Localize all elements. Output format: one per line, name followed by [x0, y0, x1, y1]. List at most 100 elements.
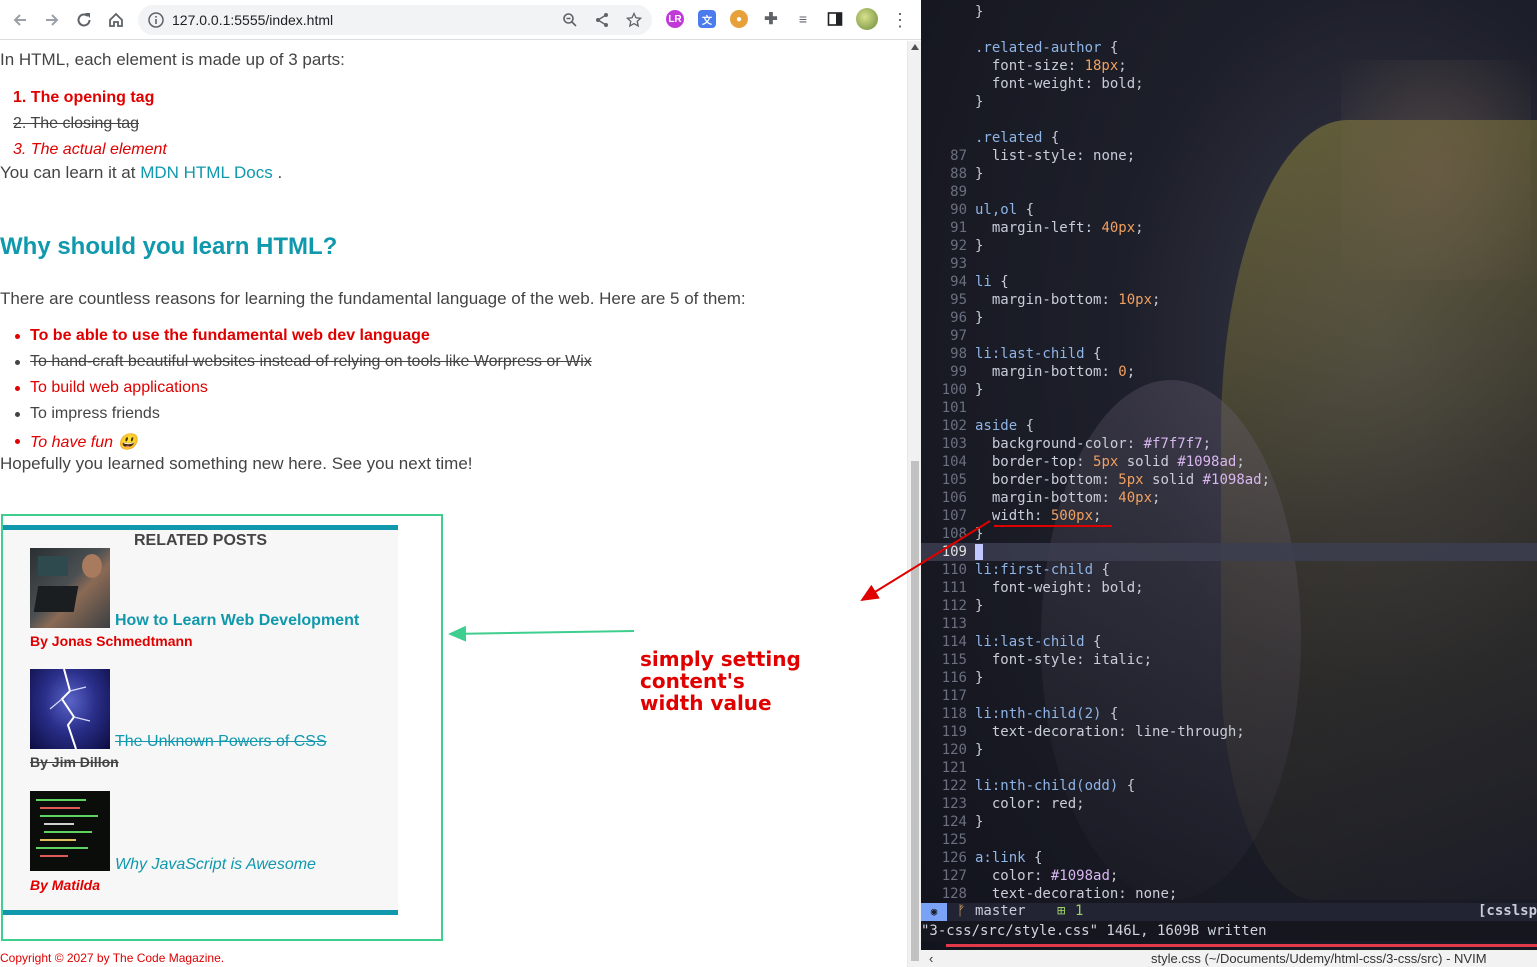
code-line[interactable]: 108} [921, 525, 1537, 543]
home-button[interactable] [104, 8, 128, 32]
code-line[interactable]: 98 li:last-child { [921, 345, 1537, 363]
code-line[interactable]: .related { [921, 129, 1537, 147]
scrollbar-thumb[interactable] [911, 461, 919, 961]
code-line[interactable]: 105 border-bottom: 5px solid #1098ad; [921, 471, 1537, 489]
puzzle-icon[interactable]: ✚ [762, 10, 780, 28]
profile-avatar[interactable] [856, 8, 878, 30]
code-line[interactable]: 117 [921, 687, 1537, 705]
code-line[interactable]: 90 ul,ol { [921, 201, 1537, 219]
translate-icon[interactable]: 文 [698, 10, 716, 28]
code-line[interactable]: 87 list-style: none; [921, 147, 1537, 165]
reload-button[interactable] [72, 8, 96, 32]
code-line[interactable]: 112} [921, 597, 1537, 615]
code-line[interactable]: 110 li:first-child { [921, 561, 1537, 579]
forward-button[interactable] [40, 8, 64, 32]
bullet-dot [15, 360, 20, 365]
code-line[interactable]: font-size: 18px; [921, 57, 1537, 75]
chevron-left-icon[interactable]: ‹ [929, 950, 933, 967]
code-line[interactable]: 92} [921, 237, 1537, 255]
code-line[interactable]: 109 [921, 543, 1537, 561]
line-number: 90 [950, 202, 967, 218]
address-bar[interactable]: 127.0.0.1:5555/index.html [138, 5, 652, 35]
code-line[interactable]: font-weight: bold; [921, 75, 1537, 93]
code-line[interactable]: 115 font-style: italic; [921, 651, 1537, 669]
code-line[interactable]: 118 li:nth-child(2) { [921, 705, 1537, 723]
code-line[interactable]: 114 li:last-child { [921, 633, 1537, 651]
post-thumbnail-code[interactable] [30, 791, 110, 871]
nvim-editor: } .related-author { font-size: 18px; font… [921, 0, 1537, 967]
post-title-1[interactable]: How to Learn Web Development [115, 612, 359, 630]
cookie-icon[interactable]: ● [730, 10, 748, 28]
code-line[interactable]: 111 font-weight: bold; [921, 579, 1537, 597]
zoom-icon[interactable] [562, 12, 578, 28]
share-icon[interactable] [594, 12, 610, 28]
code-line[interactable]: } [921, 3, 1537, 21]
browser-window: 127.0.0.1:5555/index.html LR 文 ● ✚ ≡ ⋮ I… [0, 0, 921, 967]
code-line[interactable]: 104 border-top: 5px solid #1098ad; [921, 453, 1537, 471]
post-title-3[interactable]: Why JavaScript is Awesome [115, 856, 316, 874]
back-button[interactable] [8, 8, 32, 32]
code-line[interactable]: 102 aside { [921, 417, 1537, 435]
diagnostic-count: 1 [1075, 903, 1084, 919]
line-number: 108 [941, 526, 967, 542]
code-line[interactable]: 128 text-decoration: none; [921, 885, 1537, 903]
code-line[interactable]: 91 margin-left: 40px; [921, 219, 1537, 237]
code-text: border-bottom: 5px solid #1098ad; [991, 472, 1271, 488]
post-title-2[interactable]: The Unknown Powers of CSS [115, 733, 327, 751]
ul-item-4: To impress friends [30, 405, 160, 422]
code-line[interactable] [921, 21, 1537, 39]
code-line[interactable]: 124} [921, 813, 1537, 831]
related-posts-aside: RELATED POSTS How to Learn Web Developme… [3, 525, 398, 915]
page-scrollbar[interactable] [907, 41, 921, 967]
code-line[interactable]: 122 li:nth-child(odd) { [921, 777, 1537, 795]
code-line[interactable]: 103 background-color: #f7f7f7; [921, 435, 1537, 453]
code-line[interactable]: 106 margin-bottom: 40px; [921, 489, 1537, 507]
code-line[interactable]: 119 text-decoration: line-through; [921, 723, 1537, 741]
home-icon [109, 12, 123, 27]
bullet-dot [15, 386, 20, 391]
code-line[interactable]: 113 [921, 615, 1537, 633]
annotation-line-1: simply setting content's [640, 647, 801, 693]
code-line[interactable]: 89 [921, 183, 1537, 201]
annotation-line-2: width value [640, 691, 772, 715]
code-line[interactable]: 96} [921, 309, 1537, 327]
menu-button[interactable]: ⋮ [888, 8, 912, 32]
code-line[interactable]: 126 a:link { [921, 849, 1537, 867]
mdn-link[interactable]: MDN HTML Docs [140, 163, 273, 182]
code-line[interactable]: 120} [921, 741, 1537, 759]
code-line[interactable]: .related-author { [921, 39, 1537, 57]
ext-purple-icon[interactable]: LR [666, 10, 684, 28]
line-number: 126 [941, 850, 967, 866]
code-line[interactable]: 127 color: #1098ad; [921, 867, 1537, 885]
code-line[interactable]: 107 width: 500px; [921, 507, 1537, 525]
code-line[interactable]: 121 [921, 759, 1537, 777]
code-line[interactable] [921, 111, 1537, 129]
post-thumbnail-lightning[interactable] [30, 669, 110, 749]
code-text: } [975, 382, 984, 398]
code-line[interactable]: 93 [921, 255, 1537, 273]
bookmark-star-icon[interactable] [625, 11, 643, 28]
code-text: } [975, 94, 984, 110]
code-line[interactable]: 125 [921, 831, 1537, 849]
code-line[interactable]: } [921, 93, 1537, 111]
code-line[interactable]: 116} [921, 669, 1537, 687]
code-text: width: 500px; [991, 508, 1102, 524]
url-text: 127.0.0.1:5555/index.html [172, 12, 334, 28]
code-text: a:link { [975, 850, 1043, 866]
code-line[interactable]: 95 margin-bottom: 10px; [921, 291, 1537, 309]
code-line[interactable]: 94 li { [921, 273, 1537, 291]
site-info-icon[interactable] [148, 12, 164, 33]
playlist-icon[interactable]: ≡ [794, 10, 812, 28]
scroll-up-icon[interactable] [911, 44, 919, 50]
code-line[interactable]: 100} [921, 381, 1537, 399]
code-line[interactable]: 88} [921, 165, 1537, 183]
code-line[interactable]: 97 [921, 327, 1537, 345]
sidepanel-icon[interactable] [826, 10, 844, 28]
code-line[interactable]: 101 [921, 399, 1537, 417]
post-author-1: By Jonas Schmedtmann [30, 633, 193, 649]
code-text: } [975, 598, 984, 614]
code-line[interactable]: 123 color: red; [921, 795, 1537, 813]
code-line[interactable]: 99 margin-bottom: 0; [921, 363, 1537, 381]
post-thumbnail-laptop[interactable] [30, 548, 110, 628]
line-number: 123 [941, 796, 967, 812]
